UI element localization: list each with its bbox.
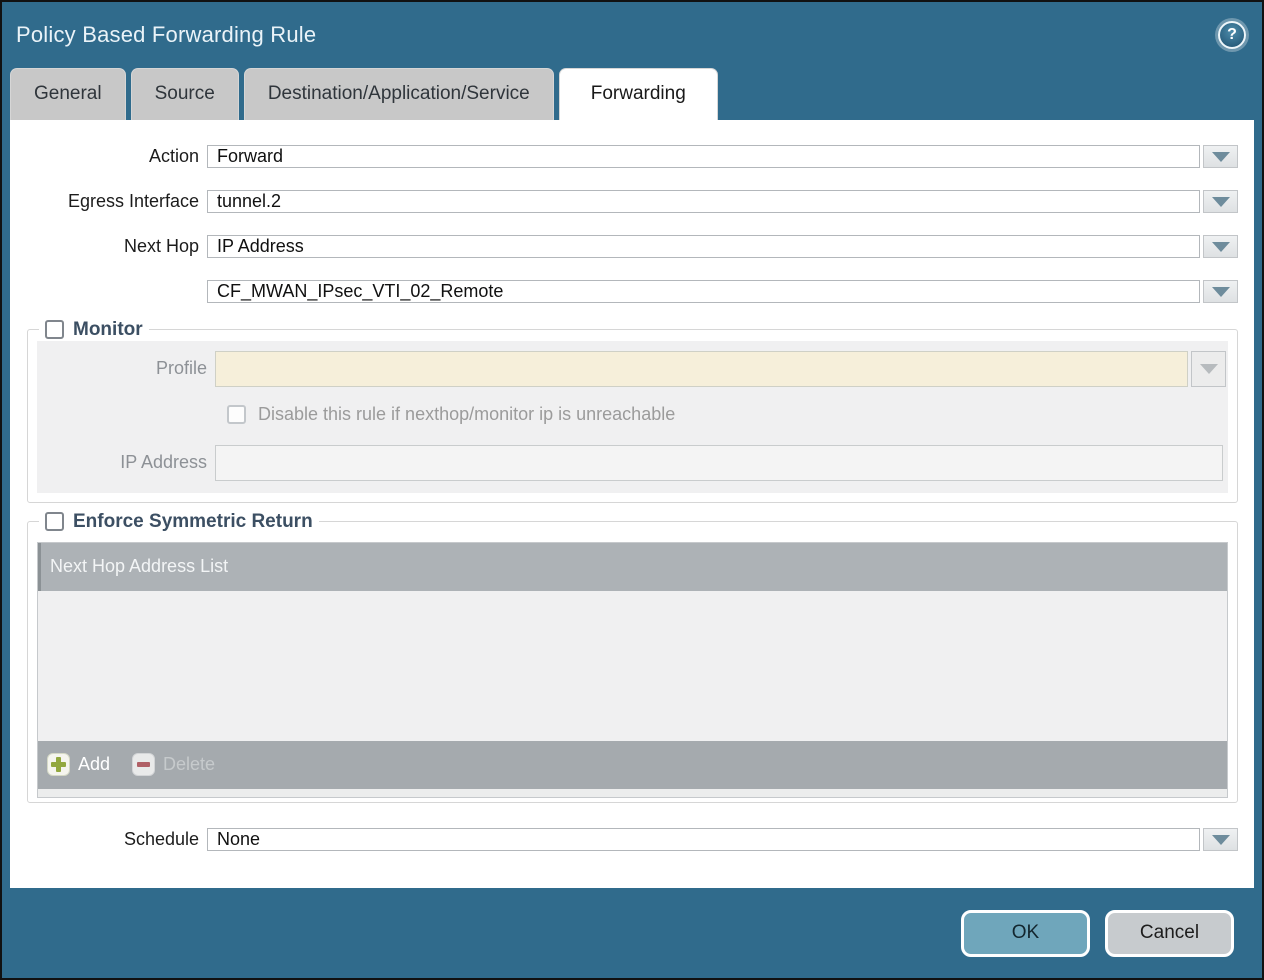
- next-hop-address-table: Next Hop Address List Add Delete: [37, 542, 1228, 798]
- disable-rule-label: Disable this rule if nexthop/monitor ip …: [258, 404, 675, 425]
- profile-dropdown-button: [1191, 351, 1226, 387]
- enforce-symmetric-return-legend: Enforce Symmetric Return: [39, 511, 319, 533]
- tab-source[interactable]: Source: [131, 68, 239, 120]
- add-button-label: Add: [78, 754, 110, 775]
- disable-rule-checkbox: [227, 405, 246, 424]
- ok-button[interactable]: OK: [961, 910, 1090, 957]
- delete-button: Delete: [132, 753, 215, 776]
- next-hop-row: Next Hop IP Address: [10, 229, 1254, 265]
- dialog-title: Policy Based Forwarding Rule: [16, 22, 316, 48]
- dialog-titlebar: Policy Based Forwarding Rule ?: [2, 2, 1262, 68]
- action-combobox: Forward: [207, 145, 1238, 168]
- dialog-footer: OK Cancel: [2, 888, 1262, 978]
- next-hop-address-table-toolbar: Add Delete: [38, 741, 1227, 789]
- monitor-ip-address-label: IP Address: [37, 452, 215, 473]
- monitor-checkbox[interactable]: [45, 320, 64, 339]
- tab-destination-application-service[interactable]: Destination/Application/Service: [244, 68, 554, 120]
- chevron-down-icon: [1212, 197, 1230, 207]
- next-hop-address-table-header: Next Hop Address List: [38, 543, 1227, 591]
- pbf-rule-dialog: Policy Based Forwarding Rule ? General S…: [0, 0, 1264, 980]
- next-hop-address-row: CF_MWAN_IPsec_VTI_02_Remote: [10, 274, 1254, 310]
- monitor-legend-label: Monitor: [73, 319, 143, 341]
- table-bottom-strip: [38, 789, 1227, 797]
- action-row: Action Forward: [10, 139, 1254, 175]
- monitor-ip-address-input: [215, 445, 1223, 481]
- action-dropdown-button[interactable]: [1203, 145, 1238, 168]
- egress-interface-row: Egress Interface tunnel.2: [10, 184, 1254, 220]
- egress-interface-dropdown-button[interactable]: [1203, 190, 1238, 213]
- schedule-combobox: None: [207, 828, 1238, 851]
- monitor-panel: Profile Disable this rule if nexthop/mon…: [37, 341, 1228, 493]
- next-hop-address-dropdown-button[interactable]: [1203, 280, 1238, 303]
- schedule-value[interactable]: None: [207, 828, 1200, 851]
- tab-forwarding[interactable]: Forwarding: [559, 68, 718, 120]
- egress-interface-combobox: tunnel.2: [207, 190, 1238, 213]
- schedule-dropdown-button[interactable]: [1203, 828, 1238, 851]
- schedule-row: Schedule None: [10, 822, 1254, 858]
- minus-icon: [132, 753, 155, 776]
- next-hop-address-combobox: CF_MWAN_IPsec_VTI_02_Remote: [207, 280, 1238, 303]
- next-hop-combobox: IP Address: [207, 235, 1238, 258]
- next-hop-address-table-body[interactable]: [38, 591, 1227, 741]
- next-hop-address-value[interactable]: CF_MWAN_IPsec_VTI_02_Remote: [207, 280, 1200, 303]
- egress-interface-label: Egress Interface: [10, 191, 207, 212]
- chevron-down-icon: [1200, 364, 1218, 374]
- enforce-symmetric-return-checkbox[interactable]: [45, 512, 64, 531]
- next-hop-dropdown-button[interactable]: [1203, 235, 1238, 258]
- profile-combobox: [215, 351, 1226, 387]
- chevron-down-icon: [1212, 242, 1230, 252]
- disable-rule-row: Disable this rule if nexthop/monitor ip …: [227, 403, 1228, 427]
- monitor-ip-address-row: IP Address: [37, 445, 1228, 481]
- next-hop-label: Next Hop: [10, 236, 207, 257]
- action-label: Action: [10, 146, 207, 167]
- tab-bar: General Source Destination/Application/S…: [2, 68, 1262, 120]
- next-hop-value[interactable]: IP Address: [207, 235, 1200, 258]
- forwarding-tab-panel: Action Forward Egress Interface tunnel.2…: [10, 120, 1254, 888]
- schedule-label: Schedule: [10, 829, 207, 850]
- cancel-button[interactable]: Cancel: [1105, 910, 1234, 957]
- tab-general[interactable]: General: [10, 68, 126, 120]
- help-icon[interactable]: ?: [1218, 21, 1246, 49]
- delete-button-label: Delete: [163, 754, 215, 775]
- action-value[interactable]: Forward: [207, 145, 1200, 168]
- monitor-legend: Monitor: [39, 319, 149, 341]
- profile-label: Profile: [37, 358, 215, 379]
- plus-icon: [47, 753, 70, 776]
- chevron-down-icon: [1212, 835, 1230, 845]
- profile-value: [215, 351, 1188, 387]
- egress-interface-value[interactable]: tunnel.2: [207, 190, 1200, 213]
- monitor-section: Monitor Profile Disable this rule if nex…: [27, 319, 1238, 503]
- chevron-down-icon: [1212, 152, 1230, 162]
- add-button[interactable]: Add: [47, 753, 110, 776]
- enforce-symmetric-return-section: Enforce Symmetric Return Next Hop Addres…: [27, 511, 1238, 803]
- enforce-symmetric-return-legend-label: Enforce Symmetric Return: [73, 511, 313, 533]
- profile-row: Profile: [37, 351, 1228, 387]
- chevron-down-icon: [1212, 287, 1230, 297]
